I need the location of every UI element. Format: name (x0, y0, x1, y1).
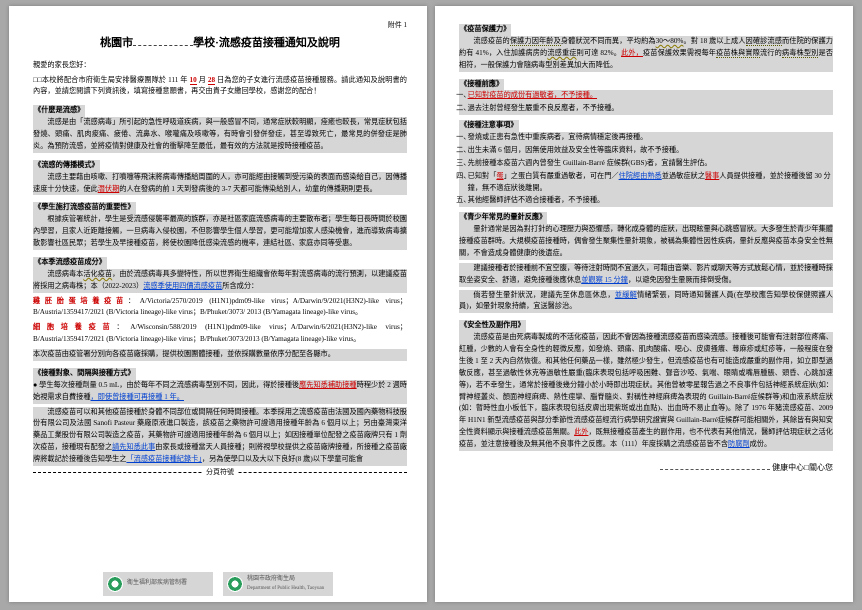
attachment-label: 附件 1 (33, 20, 407, 32)
footer-stamps: 衛生福利部疾病管制署 桃園市政府衛生局 Department of Public… (9, 572, 427, 596)
cdc-logo-icon (107, 576, 123, 592)
list-item: 過去注射曾經發生嚴重不良反應者，不予接種。 (468, 103, 833, 115)
section-protection: 《疫苗保護力》 (459, 24, 511, 36)
sec5-paragraph: 流感疫苗可以和其他疫苗接種於身體不同部位或間隔任何時間接種。本季採用之流感疫苗由… (33, 407, 407, 466)
section-vaccination-notes: 《接種注意事項》 (459, 120, 519, 132)
taoyuan-logo-icon (227, 576, 243, 592)
p2-sec4-body-a: 暈針通常是因為對打針的心理壓力與恐懼感，轉化成身體的症狀，出現眩暈與心跳感冒狀。… (459, 224, 833, 260)
list-item: 先前接種本疫苗六週內曾發生 Guillain-Barré 症候群(GBS)者，宜… (468, 158, 833, 170)
p2-sec2-list: 已知對疫苗的成份有過敏者，不予接種。 過去注射曾經發生嚴重不良反應者，不予接種。 (459, 90, 833, 115)
intro-paragraph: □□本校將配合市府衛生局安排醫療團隊於 111 年 10 月 28 日為您的子女… (33, 75, 407, 99)
vaccine-strain-1: 雞胚胎蛋培養疫苗：A/Victoria/2570/2019 (H1N1)pdm0… (33, 296, 407, 320)
section-before-vaccination: 《接種前應》 (459, 79, 504, 91)
list-item: 出生未滿 6 個月，因無使用效益及安全性等臨床資料，故不予接種。 (468, 145, 833, 157)
sec3-body: 根據疾管署統計，學生是受流感侵襲率最高的族群，亦是社區家庭流感病毒的主要散布者；… (33, 214, 407, 250)
list-item: 已知對疫苗的成份有過敏者，不予接種。 (468, 90, 833, 102)
list-item: 已知對「蛋」之蛋白質有嚴重過敏者，可在門／住院經由熟悉並過敏症狀之醫事人員提供接… (468, 171, 833, 195)
document-page-1: 附件 1 桃園市學校·流感疫苗接種通知及說明 親愛的家長您好： □□本校將配合市… (9, 6, 427, 602)
sec2-body: 流感主要藉由咳嗽、打噴嚏等飛沫將病毒傳播給周圍的人，亦可能經由接觸到受污染的表面… (33, 172, 407, 196)
p2-sec4-body-b: 建議接種者於接種前不宜空腹，等待注射時間不宜過久，可藉由音樂、影片或聊天等方式放… (459, 263, 833, 287)
p2-sec3-list: 發燒或正患有急性中重疾病者，宜待病情穩定後再接種。 出生未滿 6 個月，因無使用… (459, 132, 833, 207)
document-title: 桃園市學校·流感疫苗接種通知及說明 (33, 34, 407, 52)
document-page-2: 《疫苗保護力》 流感疫苗的保護力因年齡及身體狀況不同而異，平均約為30～80%。… (435, 6, 853, 602)
section-target-interval: 《接種對象、間隔與接種方式》 (33, 368, 136, 380)
section-fainting-reaction: 《青少年常見的暈針反應》 (459, 212, 547, 224)
section-what-is-flu: 《什麼是流感》 (33, 105, 85, 117)
sec4-body: 流感病毒本活化疫苗，由於流感病毒具多變特性，所以世界衛生組織會依每年對流感病毒的… (33, 269, 407, 293)
section-vaccine-ingredients: 《本季流感疫苗成分》 (33, 257, 107, 269)
sec1-body: 流感是由「流感病毒」所引起的急性呼吸道疾病，與一般感冒不同，通常症狀較明顯，痊癒… (33, 117, 407, 153)
p2-sec4-body-c: 倘若發生暈針狀況，建議先至休息區休息，並緩解情緒緊張，同時通知醫護人員(在學校應… (459, 290, 833, 314)
vaccine-strain-2: 細胞培養疫苗：A/Wisconsin/588/2019 (H1N1)pdm09-… (33, 322, 407, 346)
section-transmission: 《流感的傳播模式》 (33, 160, 100, 172)
stamp-taoyuan-health: 桃園市政府衛生局 Department of Public Health, Ta… (223, 572, 333, 596)
footer-health-center: 健康中心□關心您 (459, 461, 833, 474)
sec4-note: 本次疫苗由疫管署分別向各疫苗廠採購，提供校園團體接種，並依採購數量依序分配至各縣… (33, 349, 407, 361)
stamp-cdc: 衛生福利部疾病管制署 (103, 572, 213, 596)
school-blank-line (660, 463, 770, 470)
section-safety-side-effects: 《安全性及副作用》 (459, 320, 526, 332)
p2-sec1-body: 流感疫苗的保護力因年齡及身體狀況不同而異，平均約為30～80%。對 18 歲以上… (459, 36, 833, 72)
sec5-bullet: ● 學生每次接種劑量 0.5 mL，由於每年不同之流感病毒型別不同，因此，得於接… (33, 380, 407, 404)
list-item: 其他經醫師評估不適合接種者，不予接種。 (468, 195, 833, 207)
greeting-line: 親愛的家長您好： (33, 60, 407, 72)
section-student-importance: 《學生施打流感疫苗的重要性》 (33, 202, 136, 214)
page-break-line: 分頁符號 (33, 472, 407, 485)
list-item: 發燒或正患有急性中重疾病者，宜待病情穩定後再接種。 (468, 132, 833, 144)
p2-sec5-body: 流感疫苗是由死病毒製成的不活化疫苗，因此不會因為接種流感疫苗而感染流感。接種後可… (459, 332, 833, 451)
